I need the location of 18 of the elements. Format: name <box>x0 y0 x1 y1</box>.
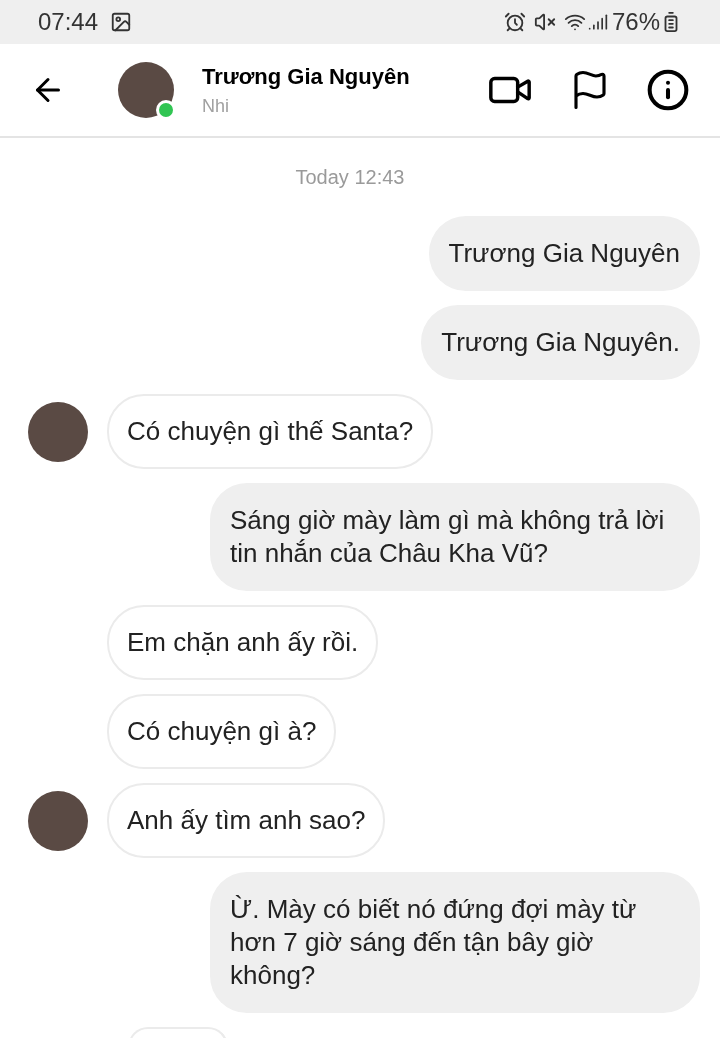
received-message-bubble: Có chuyện gì thế Santa? <box>107 394 434 469</box>
avatar-photo-placeholder <box>118 62 174 118</box>
status-time: 07:44 <box>38 7 99 37</box>
battery-percent: 76% <box>611 7 660 37</box>
sent-message-bubble: Trương Gia Nguyên <box>428 216 700 291</box>
sent-message-bubble: Trương Gia Nguyên. <box>421 305 700 380</box>
alarm-icon <box>503 11 526 33</box>
signal-icon <box>587 12 608 32</box>
mute-icon <box>533 11 556 33</box>
sent-message-bubble: Ừ. Mày có biết nó đứng đợi mày từ hơn 7 giờ sáng đến tận bây giờ không? <box>210 872 700 1013</box>
received-message-bubble: Anh ấy tìm anh sao? <box>107 783 386 858</box>
received-message-bubble: Có chuyện gì à? <box>107 694 337 769</box>
received-message-bubble: Em chặn anh ấy rồi. <box>107 605 379 680</box>
sent-message-bubble: Sáng giờ mày làm gì mà không trả lời tin nhắn của Châu Kha Vũ? <box>210 483 700 591</box>
contact-name: Trương Gia Nguyên <box>202 63 411 91</box>
image-icon <box>110 11 133 33</box>
timestamp: Today 12:43 <box>295 165 405 190</box>
contact-subtitle: Nhi <box>202 95 230 118</box>
